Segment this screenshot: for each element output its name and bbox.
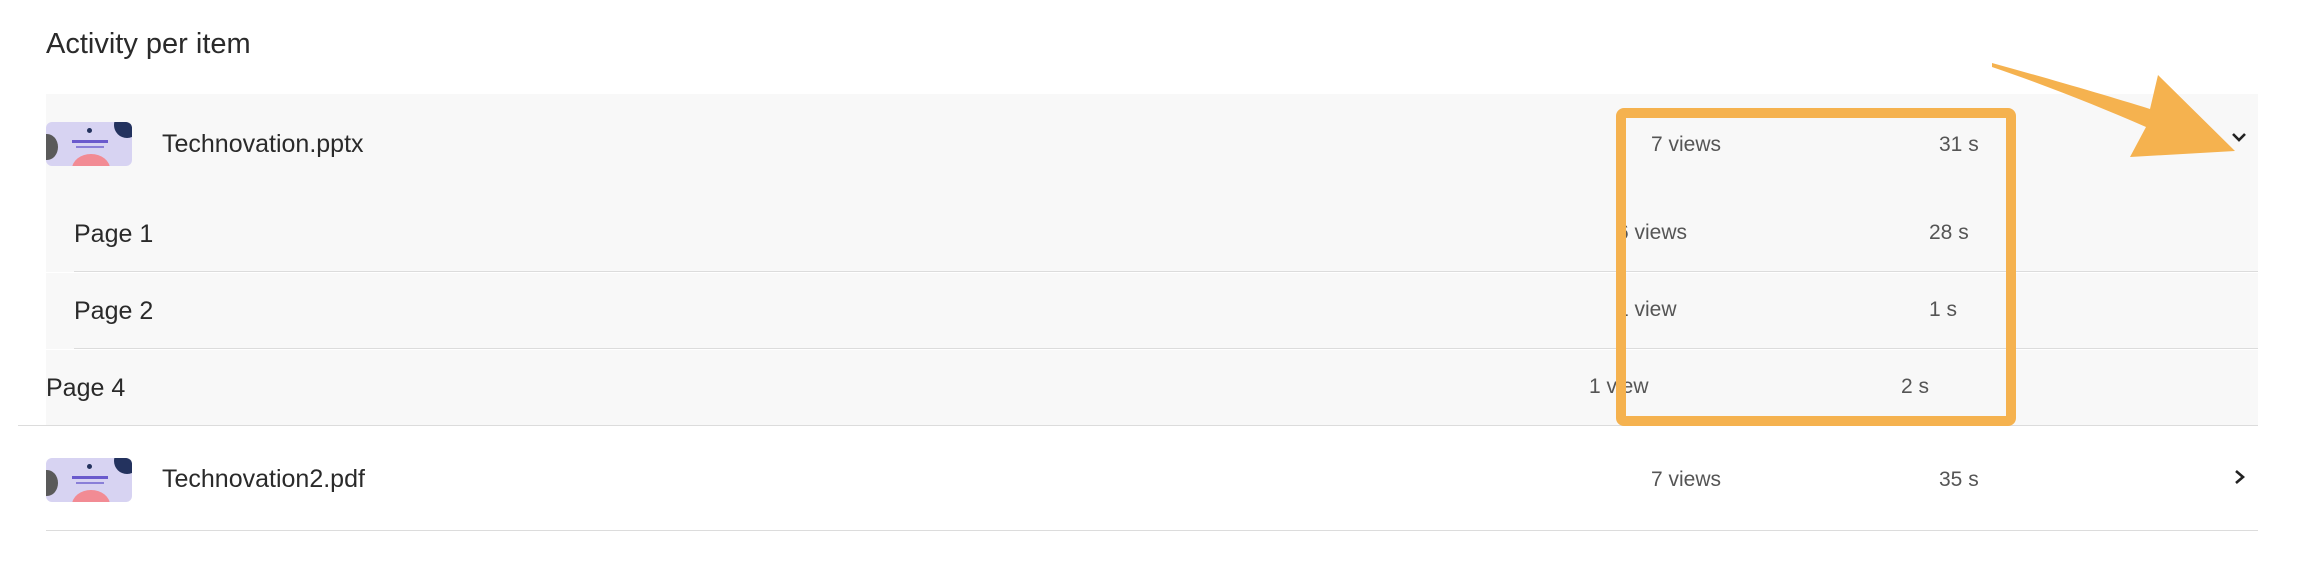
item-time: 35 s <box>1939 468 1979 491</box>
file-thumbnail <box>46 122 132 166</box>
page-name: Page 4 <box>46 374 126 402</box>
highlight-box <box>1616 108 2016 426</box>
section-title: Activity per item <box>46 28 251 60</box>
item-name: Technovation2.pdf <box>162 465 365 493</box>
chevron-right-icon[interactable] <box>2232 466 2248 494</box>
page-name: Page 1 <box>74 220 154 248</box>
item-name: Technovation.pptx <box>162 130 364 158</box>
item-row-technovation2-pdf[interactable]: Technovation2.pdf 7 views 35 s <box>46 430 2258 531</box>
item-views: 7 views <box>1651 468 1722 491</box>
file-thumbnail <box>46 458 132 502</box>
page-name: Page 2 <box>74 297 154 325</box>
annotation-arrow-icon <box>1992 63 2235 157</box>
